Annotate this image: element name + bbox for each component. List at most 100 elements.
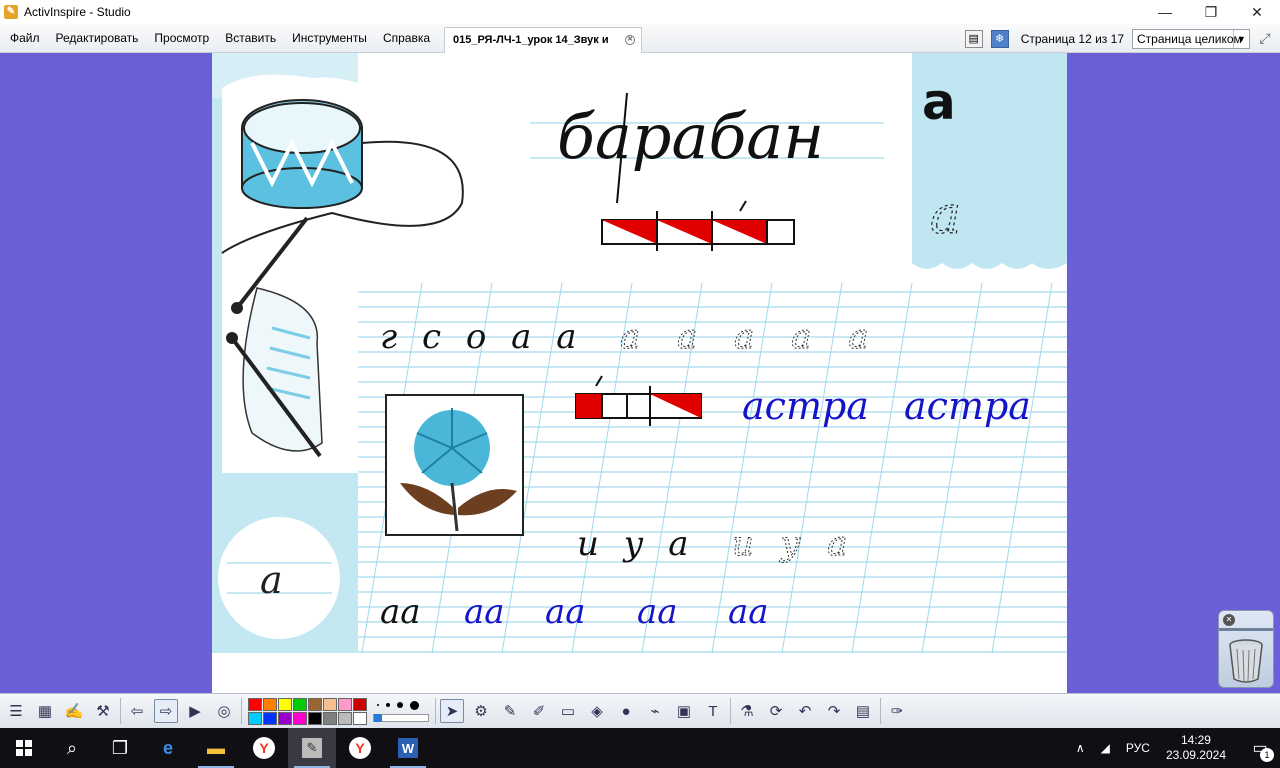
pen-width-selector[interactable] xyxy=(373,700,429,722)
main-menu-icon[interactable]: ☰ xyxy=(4,699,28,723)
letter-print-a: а xyxy=(922,73,956,131)
swatch[interactable] xyxy=(293,711,307,725)
signature-icon[interactable]: ✍ xyxy=(62,699,86,723)
eraser-icon[interactable]: ▭ xyxy=(556,699,580,723)
network-icon[interactable]: ◢ xyxy=(1101,741,1110,755)
pen-width-dot[interactable] xyxy=(397,702,403,708)
page-browser-icon[interactable]: ▤ xyxy=(964,29,983,48)
word-baraban: барабан xyxy=(557,100,824,173)
chevron-down-icon[interactable]: ▼ xyxy=(1233,29,1249,48)
dual-user-icon[interactable]: ❄ xyxy=(990,29,1009,48)
desktop-annotate-icon[interactable]: ◎ xyxy=(212,699,236,723)
tab-close-icon[interactable]: ✕ xyxy=(625,35,636,45)
swatch[interactable] xyxy=(248,711,262,725)
swatch[interactable] xyxy=(278,711,292,725)
swatch[interactable] xyxy=(353,697,367,711)
swatch[interactable] xyxy=(338,711,352,725)
restore-button[interactable]: ❐ xyxy=(1188,0,1234,24)
search-icon[interactable]: ⌕ xyxy=(48,728,96,768)
activinspire-taskbar-icon[interactable]: ✎ xyxy=(288,728,336,768)
swatch[interactable] xyxy=(308,697,322,711)
next-page-icon[interactable]: ⇨ xyxy=(154,699,178,723)
window-title: ActivInspire - Studio xyxy=(24,5,131,19)
previous-page-icon[interactable]: ⇦ xyxy=(125,699,149,723)
clock[interactable]: 14:29 23.09.2024 xyxy=(1166,733,1226,763)
pen-width-dot[interactable] xyxy=(410,700,419,710)
swatch[interactable] xyxy=(263,697,277,711)
word-astra-2: астра xyxy=(904,384,1031,428)
page-icon[interactable]: ▤ xyxy=(851,699,875,723)
swatch[interactable] xyxy=(248,697,262,711)
swatch[interactable] xyxy=(293,697,307,711)
aa-blue-4: аа xyxy=(728,592,769,632)
highlighter-icon[interactable]: ✐ xyxy=(527,699,551,723)
menu-insert[interactable]: Вставить xyxy=(217,27,284,49)
trash-can-widget[interactable]: ✕ xyxy=(1218,610,1274,688)
tools-icon[interactable]: ⚙ xyxy=(469,699,493,723)
close-button[interactable]: ✕ xyxy=(1234,0,1280,24)
aster-illustration xyxy=(385,394,524,536)
aa-blue-1: аа xyxy=(464,592,505,632)
letter-trace-a: а xyxy=(930,186,961,246)
swatch[interactable] xyxy=(338,697,352,711)
fill-icon[interactable]: ◈ xyxy=(585,699,609,723)
aa-blue-2: аа xyxy=(545,592,586,632)
task-view-icon[interactable]: ❐ xyxy=(96,728,144,768)
menu-bar: Файл Редактировать Просмотр Вставить Инс… xyxy=(0,24,1280,53)
window-controls: — ❐ ✕ xyxy=(1142,0,1280,24)
aa-blue-3: аа xyxy=(637,592,678,632)
notification-icon[interactable]: ▭ 1 xyxy=(1240,728,1280,768)
menu-file[interactable]: Файл xyxy=(0,27,48,49)
clear-icon[interactable]: ⚗ xyxy=(735,699,759,723)
yandex-browser-icon[interactable]: Y xyxy=(240,728,288,768)
media-icon[interactable]: ▣ xyxy=(672,699,696,723)
menu-help[interactable]: Справка xyxy=(375,27,438,49)
browsers-icon[interactable]: ▦ xyxy=(33,699,57,723)
document-tab-label: 015_РЯ-ЛЧ-1_урок 14_Звук и xyxy=(453,34,609,46)
minimize-button[interactable]: — xyxy=(1142,0,1188,24)
page-navigation: ▤ ❄ Страница 12 из 17 Страница целиком ▼… xyxy=(964,24,1280,53)
word-astra-1: астра xyxy=(742,384,869,428)
zoom-select[interactable]: Страница целиком ▼ xyxy=(1132,28,1250,49)
edge-browser-icon[interactable]: e xyxy=(144,728,192,768)
flipchart-page[interactable]: а барабан а а г с о а а а а а а а астра … xyxy=(212,53,1067,693)
redo-icon[interactable]: ↷ xyxy=(822,699,846,723)
fullscreen-icon[interactable]: ⤢ xyxy=(1255,29,1275,49)
select-arrow-icon[interactable]: ➤ xyxy=(440,699,464,723)
swatch[interactable] xyxy=(278,697,292,711)
letters-row-2-trace: и у а xyxy=(732,524,848,564)
customize-toolbar-icon[interactable]: ✑ xyxy=(885,699,909,723)
yandex-browser-icon[interactable]: Y xyxy=(336,728,384,768)
menu-edit[interactable]: Редактировать xyxy=(48,27,147,49)
windows-logo-icon xyxy=(16,740,32,756)
swatch[interactable] xyxy=(353,711,367,725)
menu-tools[interactable]: Инструменты xyxy=(284,27,375,49)
start-button[interactable] xyxy=(0,728,48,768)
shape-icon[interactable]: ● xyxy=(614,699,638,723)
language-indicator[interactable]: РУС xyxy=(1126,741,1150,755)
chevron-up-icon[interactable]: ∧ xyxy=(1076,741,1085,755)
word-icon[interactable]: W xyxy=(384,728,432,768)
swatch[interactable] xyxy=(323,697,337,711)
file-explorer-icon[interactable]: ▬ xyxy=(192,728,240,768)
activinspire-app-icon: ✎ xyxy=(4,5,18,19)
pen-icon[interactable]: ✎ xyxy=(498,699,522,723)
letters-row-2: и у а xyxy=(577,524,689,564)
letters-row-1: г с о а а xyxy=(380,317,576,357)
undo-icon[interactable]: ↶ xyxy=(793,699,817,723)
swatch[interactable] xyxy=(323,711,337,725)
document-tab[interactable]: 015_РЯ-ЛЧ-1_урок 14_Звук и ✕ xyxy=(444,26,643,53)
pen-width-dot[interactable] xyxy=(386,703,390,707)
play-icon[interactable]: ▶ xyxy=(183,699,207,723)
designer-icon[interactable]: ⚒ xyxy=(91,699,115,723)
menu-view[interactable]: Просмотр xyxy=(146,27,217,49)
reset-page-icon[interactable]: ⟳ xyxy=(764,699,788,723)
swatch[interactable] xyxy=(308,711,322,725)
circle-letter: а xyxy=(260,558,283,602)
text-icon[interactable]: T xyxy=(701,699,725,723)
pen-width-slider[interactable] xyxy=(373,713,429,722)
connector-icon[interactable]: ⌁ xyxy=(643,699,667,723)
swatch[interactable] xyxy=(263,711,277,725)
close-icon[interactable]: ✕ xyxy=(1223,614,1235,626)
pen-width-dot[interactable] xyxy=(377,704,379,706)
